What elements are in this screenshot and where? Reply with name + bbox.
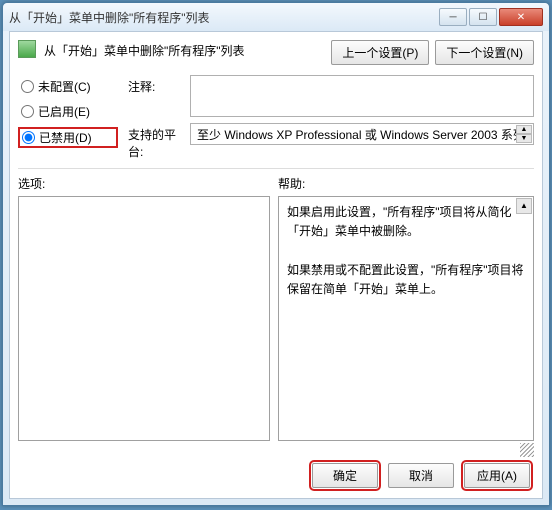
window-title: 从「开始」菜单中删除"所有程序"列表: [9, 9, 439, 26]
platform-value-box: 至少 Windows XP Professional 或 Windows Ser…: [190, 123, 534, 145]
policy-title: 从「开始」菜单中删除"所有程序"列表: [44, 40, 323, 59]
apply-button[interactable]: 应用(A): [464, 463, 530, 488]
radio-enabled-input[interactable]: [21, 105, 34, 118]
radio-group: 未配置(C) 已启用(E) 已禁用(D): [18, 75, 118, 160]
radio-disabled-input[interactable]: [22, 131, 35, 144]
platform-scroll-up[interactable]: ▲: [516, 125, 532, 134]
radio-disabled-label: 已禁用(D): [39, 129, 92, 146]
radio-not-configured-label: 未配置(C): [38, 78, 91, 95]
nav-buttons: 上一个设置(P) 下一个设置(N): [331, 40, 534, 65]
comment-row: 注释:: [128, 75, 534, 117]
platform-row: 支持的平台: 至少 Windows XP Professional 或 Wind…: [128, 123, 534, 160]
radio-not-configured-input[interactable]: [21, 80, 34, 93]
content-area: 从「开始」菜单中删除"所有程序"列表 上一个设置(P) 下一个设置(N) 未配置…: [9, 31, 543, 499]
help-scroll-up[interactable]: ▲: [516, 198, 532, 214]
fields-column: 注释: 支持的平台: 至少 Windows XP Professional 或 …: [128, 75, 534, 160]
comment-label: 注释:: [128, 75, 184, 95]
help-text-1: 如果启用此设置，"所有程序"项目将从简化「开始」菜单中被删除。: [287, 203, 525, 241]
close-button[interactable]: ✕: [499, 8, 543, 26]
help-text-2: 如果禁用或不配置此设置，"所有程序"项目将保留在简单「开始」菜单上。: [287, 261, 525, 299]
radio-not-configured[interactable]: 未配置(C): [18, 77, 118, 96]
config-area: 未配置(C) 已启用(E) 已禁用(D) 注释: 支持的平台:: [18, 75, 534, 160]
radio-enabled-label: 已启用(E): [38, 103, 90, 120]
pane-labels: 选项: 帮助:: [18, 175, 534, 192]
resize-grip[interactable]: [520, 443, 534, 457]
dialog-window: 从「开始」菜单中删除"所有程序"列表 ─ ☐ ✕ 从「开始」菜单中删除"所有程序…: [2, 2, 550, 506]
platform-scroll-down[interactable]: ▼: [516, 134, 532, 143]
options-label: 选项:: [18, 175, 278, 192]
panes: ▲ 如果启用此设置，"所有程序"项目将从简化「开始」菜单中被删除。 如果禁用或不…: [18, 196, 534, 441]
maximize-button[interactable]: ☐: [469, 8, 497, 26]
platform-label: 支持的平台:: [128, 123, 184, 160]
titlebar: 从「开始」菜单中删除"所有程序"列表 ─ ☐ ✕: [3, 3, 549, 31]
footer-buttons: 确定 取消 应用(A): [18, 457, 534, 490]
radio-enabled[interactable]: 已启用(E): [18, 102, 118, 121]
help-label: 帮助:: [278, 175, 305, 192]
comment-input[interactable]: [190, 75, 534, 117]
prev-setting-button[interactable]: 上一个设置(P): [331, 40, 429, 65]
window-controls: ─ ☐ ✕: [439, 8, 543, 26]
next-setting-button[interactable]: 下一个设置(N): [435, 40, 534, 65]
policy-icon: [18, 40, 36, 58]
cancel-button[interactable]: 取消: [388, 463, 454, 488]
help-pane: ▲ 如果启用此设置，"所有程序"项目将从简化「开始」菜单中被删除。 如果禁用或不…: [278, 196, 534, 441]
options-pane: [18, 196, 270, 441]
lower-area: 选项: 帮助: ▲ 如果启用此设置，"所有程序"项目将从简化「开始」菜单中被删除…: [18, 168, 534, 457]
ok-button[interactable]: 确定: [312, 463, 378, 488]
minimize-button[interactable]: ─: [439, 8, 467, 26]
header-row: 从「开始」菜单中删除"所有程序"列表 上一个设置(P) 下一个设置(N): [18, 40, 534, 65]
platform-value: 至少 Windows XP Professional 或 Windows Ser…: [197, 126, 525, 143]
radio-disabled[interactable]: 已禁用(D): [18, 127, 118, 148]
